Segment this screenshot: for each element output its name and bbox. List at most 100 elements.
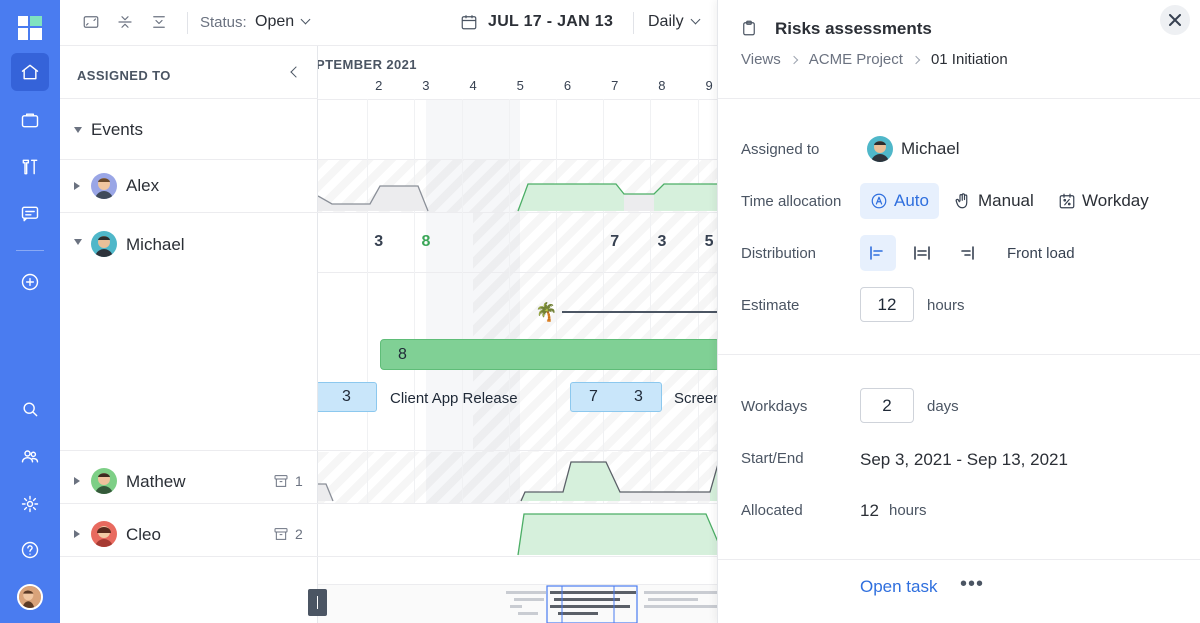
grid-column-line — [367, 99, 369, 503]
time-alloc-workday[interactable]: Workday — [1048, 183, 1159, 219]
panel-divider — [718, 354, 1200, 355]
mathew-avatar-icon — [91, 468, 117, 494]
avatar — [91, 173, 117, 199]
task-bar-green[interactable]: 8 — [380, 339, 718, 370]
grid-line — [318, 272, 718, 273]
row-michael[interactable]: Michael — [60, 213, 318, 451]
minimap-drag-handle[interactable] — [308, 589, 327, 616]
archive-icon — [274, 475, 288, 487]
close-button[interactable] — [1160, 5, 1190, 35]
date-range[interactable]: JUL 17 - JAN 13 — [488, 13, 613, 31]
distribution-front-load[interactable] — [860, 235, 896, 271]
expand-button[interactable] — [82, 13, 102, 33]
more-options-icon[interactable]: ••• — [960, 574, 984, 594]
calendar-button[interactable] — [460, 13, 478, 36]
michael-avatar-icon — [91, 231, 117, 257]
archive-icon — [274, 528, 288, 540]
time-alloc-auto[interactable]: Auto — [860, 183, 939, 219]
row-alex[interactable]: Alex — [60, 160, 318, 213]
home-button[interactable] — [11, 53, 49, 91]
workdays-input[interactable]: 2 — [860, 388, 914, 423]
resources-button[interactable] — [11, 148, 49, 186]
workdays-label: Workdays — [741, 398, 808, 415]
minimap[interactable] — [318, 584, 718, 623]
breadcrumb: Views ACME Project 01 Initiation — [741, 51, 1008, 68]
home-icon — [21, 64, 39, 80]
allocated-value: 12 — [860, 501, 879, 520]
help-icon — [21, 541, 39, 559]
task-label[interactable]: Screen — [674, 390, 718, 407]
row-cleo[interactable]: Cleo 2 — [60, 504, 318, 557]
grid-line — [318, 159, 718, 160]
breadcrumb-item[interactable]: Views — [741, 51, 781, 68]
collapse-rows-button[interactable] — [116, 13, 136, 33]
workdays-unit: days — [927, 398, 959, 415]
task-label[interactable]: Client App Release — [390, 390, 518, 407]
users-icon — [21, 450, 39, 463]
time-alloc-manual[interactable]: Manual — [944, 183, 1044, 219]
grid-column-line — [556, 99, 557, 503]
view-mode-dropdown[interactable]: Daily — [648, 13, 701, 31]
gear-icon — [21, 495, 39, 513]
minimap-preview — [506, 585, 718, 623]
timeline[interactable]: PTEMBER 2021 123456789 38735 🌴 8 3 Clien… — [318, 46, 718, 623]
grid-line — [318, 450, 718, 451]
caret-down-icon[interactable] — [74, 127, 82, 133]
help-button[interactable] — [11, 531, 49, 569]
task-block[interactable]: 3 — [318, 382, 377, 412]
chevron-down-icon — [300, 14, 311, 25]
app-logo-icon[interactable] — [18, 16, 42, 40]
assignee-name[interactable]: Michael — [901, 139, 960, 159]
caret-right-icon[interactable] — [74, 477, 80, 485]
daily-hours: 7 — [610, 233, 620, 250]
day-header: 9 — [705, 78, 713, 93]
left-rail — [0, 0, 60, 623]
row-name: Events — [91, 120, 143, 139]
caret-down-icon[interactable] — [74, 239, 82, 245]
archive-count[interactable]: 1 — [273, 473, 303, 489]
chevron-right-icon — [911, 55, 921, 64]
breadcrumb-item[interactable]: ACME Project — [809, 51, 903, 68]
user-avatar[interactable] — [17, 584, 43, 610]
search-button[interactable] — [11, 390, 49, 428]
caret-right-icon[interactable] — [74, 530, 80, 538]
people-button[interactable] — [11, 437, 49, 475]
option-label: Workday — [1082, 191, 1149, 210]
toolbar-divider — [187, 12, 188, 34]
chevron-left-icon[interactable] — [290, 66, 302, 78]
settings-button[interactable] — [11, 485, 49, 523]
estimate-input[interactable]: 12 — [860, 287, 914, 322]
alex-avatar-icon — [91, 173, 117, 199]
caret-right-icon[interactable] — [74, 182, 80, 190]
avatar — [91, 468, 117, 494]
archive-count[interactable]: 2 — [273, 526, 303, 542]
day-header: 7 — [611, 78, 619, 93]
add-button[interactable] — [11, 263, 49, 301]
task-details-panel: Risks assessments Views ACME Project 01 … — [717, 0, 1200, 623]
row-mathew[interactable]: Mathew 1 — [60, 451, 318, 504]
auto-icon — [871, 193, 887, 209]
projects-button[interactable] — [11, 101, 49, 139]
breadcrumb-item[interactable]: 01 Initiation — [931, 51, 1008, 68]
status-dropdown[interactable]: Open — [255, 13, 311, 31]
messages-button[interactable] — [11, 195, 49, 233]
row-name: Cleo — [126, 525, 161, 544]
daily-hours: 5 — [704, 233, 714, 250]
daily-hours: 3 — [374, 233, 384, 250]
distribution-even[interactable] — [904, 235, 940, 271]
expand-rows-button[interactable] — [150, 13, 170, 33]
toolbar-divider — [633, 12, 634, 34]
vacation-line — [562, 311, 718, 313]
distribution-back-load[interactable] — [948, 235, 984, 271]
view-mode-value: Daily — [648, 13, 684, 30]
align-left-icon — [870, 246, 883, 260]
panel-divider — [718, 559, 1200, 560]
task-block[interactable]: 7 3 — [570, 382, 662, 412]
startend-value[interactable]: Sep 3, 2021 - Sep 13, 2021 — [860, 450, 1068, 470]
row-name: Mathew — [126, 472, 186, 491]
row-events[interactable]: Events — [60, 100, 318, 160]
open-task-link[interactable]: Open task — [860, 577, 938, 597]
assigned-label: Assigned to — [741, 141, 820, 158]
option-label: Manual — [978, 191, 1034, 210]
mathew-capacity-chart — [318, 461, 718, 502]
